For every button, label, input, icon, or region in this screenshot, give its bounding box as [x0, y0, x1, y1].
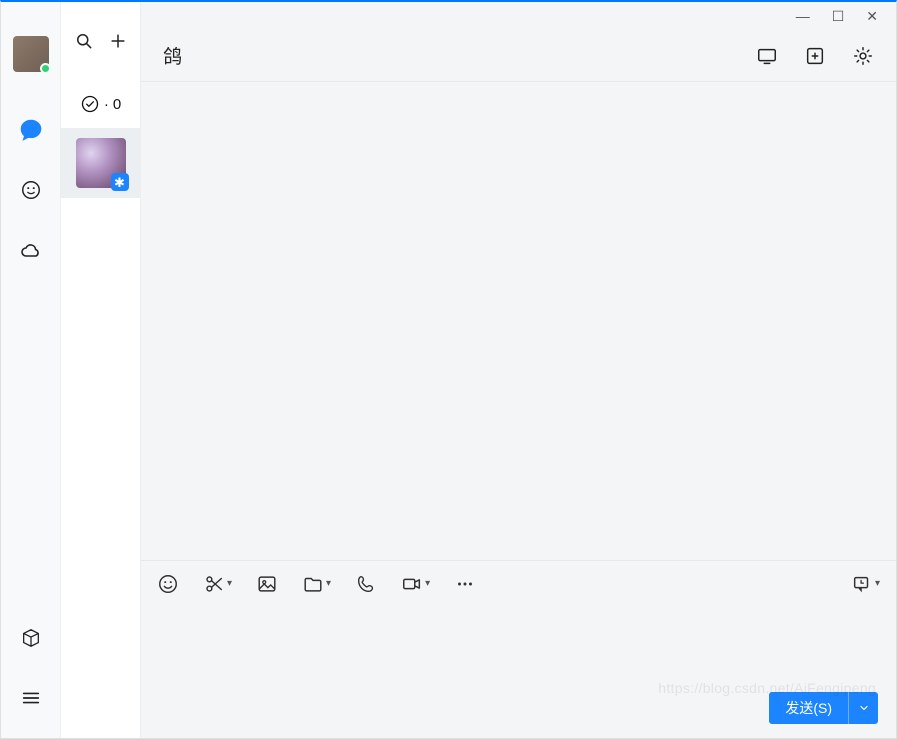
hamburger-icon: [20, 687, 42, 709]
add-panel-button[interactable]: [804, 45, 826, 67]
conversation-item[interactable]: [61, 128, 140, 198]
chat-main: — ☐ ✕ 鸽: [141, 2, 896, 738]
rail-bottom: [1, 608, 60, 728]
rail-chat[interactable]: [1, 100, 61, 160]
online-status-dot: [40, 63, 51, 74]
cube-icon: [20, 627, 42, 649]
chevron-down-icon: [858, 702, 870, 714]
screen-share-button[interactable]: [756, 45, 778, 67]
chat-settings-button[interactable]: [852, 45, 874, 67]
send-options-button[interactable]: [848, 692, 878, 724]
minimize-button[interactable]: —: [796, 9, 810, 23]
emoji-icon: [157, 573, 179, 595]
gear-icon: [852, 45, 874, 67]
chevron-down-icon: ▾: [227, 578, 232, 589]
chat-title: 鸽: [163, 42, 756, 69]
more-button[interactable]: [454, 573, 476, 595]
phone-icon: [355, 573, 377, 595]
chevron-down-icon: ▾: [875, 578, 880, 589]
send-button[interactable]: 发送(S): [769, 692, 878, 724]
call-button[interactable]: [355, 573, 377, 595]
status-row[interactable]: · 0: [61, 80, 140, 128]
search-icon[interactable]: [74, 31, 94, 51]
video-icon: [401, 573, 423, 595]
image-icon: [256, 573, 278, 595]
left-rail: [1, 2, 61, 738]
rail-emoji[interactable]: [1, 160, 61, 220]
cloud-icon: [19, 238, 43, 262]
rail-box[interactable]: [1, 608, 61, 668]
chat-bubble-icon: [18, 117, 44, 143]
history-icon: [851, 573, 873, 595]
more-icon: [454, 573, 476, 595]
chat-header: 鸽: [141, 30, 896, 82]
bot-badge-icon: [111, 173, 129, 191]
video-button[interactable]: ▾: [401, 573, 430, 595]
close-button[interactable]: ✕: [866, 9, 878, 23]
check-circle-icon: [80, 94, 100, 114]
window-controls: — ☐ ✕: [141, 2, 896, 30]
user-avatar[interactable]: [13, 36, 49, 72]
status-count: 0: [113, 96, 121, 113]
chevron-down-icon: ▾: [326, 578, 331, 589]
send-button-label: 发送(S): [769, 692, 848, 724]
folder-icon: [302, 573, 324, 595]
conversation-avatar: [76, 138, 126, 188]
message-area[interactable]: [141, 82, 896, 560]
message-input[interactable]: 发送(S) https://blog.csdn.net/AiFengipeng: [141, 606, 896, 738]
maximize-button[interactable]: ☐: [832, 9, 845, 23]
rail-menu[interactable]: [1, 668, 61, 728]
file-button[interactable]: ▾: [302, 573, 331, 595]
add-square-icon: [804, 45, 826, 67]
smiley-icon: [20, 179, 42, 201]
screenshot-button[interactable]: ▾: [203, 573, 232, 595]
image-button[interactable]: [256, 573, 278, 595]
chat-header-actions: [756, 45, 874, 67]
rail-cloud[interactable]: [1, 220, 61, 280]
monitor-icon: [756, 45, 778, 67]
list-toolbar: [61, 2, 140, 80]
chevron-down-icon: ▾: [425, 578, 430, 589]
conversation-list: · 0: [61, 2, 141, 738]
emoji-button[interactable]: [157, 573, 179, 595]
status-sep: ·: [104, 96, 109, 113]
scissors-icon: [203, 573, 225, 595]
plus-icon[interactable]: [108, 31, 128, 51]
compose-toolbar: ▾ ▾ ▾: [141, 560, 896, 606]
history-button[interactable]: ▾: [851, 573, 880, 595]
